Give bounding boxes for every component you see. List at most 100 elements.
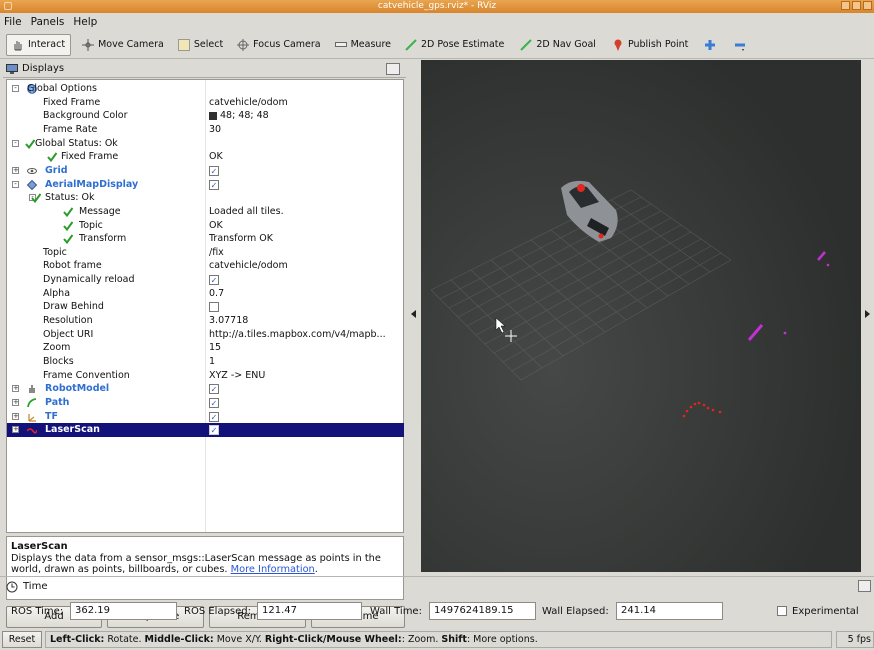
frame-rate-value[interactable]: 30 <box>209 123 221 137</box>
interact-tool-button[interactable]: Interact <box>6 33 72 56</box>
right-splitter[interactable] <box>861 60 874 572</box>
collapse-toggle-icon[interactable]: - <box>12 180 19 188</box>
collapse-toggle-icon[interactable]: - <box>12 139 19 147</box>
displays-tree[interactable]: - Global Options Fixed Frame catvehicle/odo… <box>6 79 404 533</box>
time-undock-button[interactable] <box>858 580 871 592</box>
expand-toggle-icon[interactable]: + <box>12 166 19 174</box>
more-information-link[interactable]: More Information <box>231 564 315 575</box>
frame-convention-row[interactable]: Frame Convention XYZ -> ENU <box>7 369 404 383</box>
remove-tool-button[interactable] <box>729 34 751 56</box>
robot-model-display-row[interactable]: + RobotModel ✓ <box>7 382 404 396</box>
status-message-row-value[interactable]: Loaded all tiles. <box>209 205 284 219</box>
experimental-checkbox[interactable] <box>777 606 787 616</box>
background-color-row[interactable]: Background Color 48; 48; 48 <box>7 109 404 123</box>
status-message-row-row[interactable]: Message Loaded all tiles. <box>7 205 404 219</box>
frame-convention-label: Frame Convention <box>43 369 130 381</box>
collapse-right-arrow-icon[interactable] <box>865 310 870 318</box>
status-transform-row-row[interactable]: Transform Transform OK <box>7 232 404 246</box>
focus-camera-tool-button[interactable]: Focus Camera <box>232 34 325 56</box>
close-button[interactable] <box>863 1 872 10</box>
resolution-row[interactable]: Resolution 3.07718 <box>7 314 404 328</box>
robot-frame-value[interactable]: catvehicle/odom <box>209 259 288 273</box>
menu-help[interactable]: Help <box>73 16 97 28</box>
aerial-status-row[interactable]: - Status: Ok <box>7 191 404 205</box>
grid-display-checkbox[interactable]: ✓ <box>209 165 219 176</box>
laser-scan-display-row[interactable]: + LaserScan ✓ <box>7 423 404 437</box>
fixed-frame-value[interactable]: catvehicle/odom <box>209 96 288 110</box>
path-display-checkbox[interactable]: ✓ <box>209 397 219 408</box>
menu-panels[interactable]: Panels <box>31 16 65 28</box>
frame-rate-row[interactable]: Frame Rate 30 <box>7 123 404 137</box>
status-transform-row-value[interactable]: Transform OK <box>209 232 273 246</box>
collapse-left-arrow-icon[interactable] <box>411 310 416 318</box>
draw-behind-row[interactable]: Draw Behind <box>7 300 404 314</box>
robot-model-display-checkbox[interactable]: ✓ <box>209 384 219 395</box>
collapse-toggle-icon[interactable]: - <box>12 85 19 92</box>
tf-display-checkbox[interactable]: ✓ <box>209 411 219 422</box>
expand-toggle-icon[interactable]: + <box>12 398 19 406</box>
laser-scan-display-checkbox[interactable]: ✓ <box>209 425 219 436</box>
frame-convention-value[interactable]: XYZ -> ENU <box>209 369 265 383</box>
reset-button[interactable]: Reset <box>2 631 42 648</box>
expand-toggle-icon[interactable]: + <box>12 385 19 393</box>
fixed-frame-status-row[interactable]: Fixed Frame OK <box>7 150 404 164</box>
path-display-row[interactable]: + Path ✓ <box>7 396 404 410</box>
draw-behind-checkbox[interactable] <box>209 302 219 313</box>
dynamically-reload-row[interactable]: Dynamically reload ✓ <box>7 273 404 287</box>
3d-render-view[interactable] <box>421 60 861 572</box>
pose-estimate-tool-button[interactable]: 2D Pose Estimate <box>400 34 509 56</box>
topic-value[interactable]: /fix <box>209 246 224 260</box>
blocks-value[interactable]: 1 <box>209 355 215 369</box>
left-splitter[interactable] <box>407 60 421 572</box>
expand-toggle-icon[interactable]: + <box>12 426 19 434</box>
nav-goal-tool-button[interactable]: 2D Nav Goal <box>515 34 601 56</box>
fixed-frame-row[interactable]: Fixed Frame catvehicle/odom <box>7 96 404 110</box>
wall-elapsed-field[interactable]: 241.14 <box>616 602 723 620</box>
move-camera-tool-button[interactable]: Move Camera <box>77 34 169 56</box>
path-point-2 <box>783 331 787 335</box>
dynamically-reload-checkbox[interactable]: ✓ <box>209 275 219 286</box>
object-uri-row[interactable]: Object URI http://a.tiles.mapbox.com/v4/m… <box>7 328 404 342</box>
zoom-row[interactable]: Zoom 15 <box>7 341 404 355</box>
menu-bar: File Panels Help <box>0 13 874 31</box>
maximize-button[interactable] <box>852 1 861 10</box>
grid-display-row[interactable]: + Grid ✓ <box>7 164 404 178</box>
undock-button[interactable] <box>386 63 400 75</box>
expand-toggle-icon[interactable]: + <box>12 412 19 420</box>
global-options-row[interactable]: - Global Options <box>7 82 404 96</box>
zoom-value[interactable]: 15 <box>209 341 221 355</box>
measure-tool-button[interactable]: Measure <box>330 34 396 56</box>
tool-bar: Interact Move Camera Select Focus Camera… <box>0 31 874 59</box>
status-topic-row-label: Topic <box>79 219 103 231</box>
background-color-value[interactable]: 48; 48; 48 <box>220 109 269 123</box>
window-menu-icon[interactable] <box>4 2 12 10</box>
tf-display-row[interactable]: + TF ✓ <box>7 410 404 424</box>
minimize-button[interactable] <box>841 1 850 10</box>
fixed-frame-status-value[interactable]: OK <box>209 150 223 164</box>
nav-goal-label: 2D Nav Goal <box>536 39 596 50</box>
ros-time-field[interactable]: 362.19 <box>70 602 177 620</box>
background-color-swatch[interactable] <box>209 112 217 121</box>
status-topic-row-row[interactable]: Topic OK <box>7 219 404 233</box>
aerial-map-display-checkbox[interactable]: ✓ <box>209 179 219 190</box>
select-tool-button[interactable]: Select <box>173 34 228 56</box>
status-middle-click: Middle-Click: <box>144 634 214 645</box>
global-status-row[interactable]: - Global Status: Ok <box>7 137 404 151</box>
eye-icon <box>27 164 37 177</box>
blocks-row[interactable]: Blocks 1 <box>7 355 404 369</box>
menu-file[interactable]: File <box>4 16 22 28</box>
laser-point <box>702 403 706 407</box>
alpha-row[interactable]: Alpha 0.7 <box>7 287 404 301</box>
pose-estimate-arrow-icon <box>405 38 417 51</box>
resolution-value[interactable]: 3.07718 <box>209 314 248 328</box>
status-topic-row-value[interactable]: OK <box>209 219 223 233</box>
topic-row[interactable]: Topic/fix <box>7 246 404 260</box>
add-tool-button[interactable] <box>699 34 721 56</box>
wall-time-field[interactable]: 1497624189.15 <box>429 602 536 620</box>
object-uri-value[interactable]: http://a.tiles.mapbox.com/v4/mapb... <box>209 328 386 342</box>
aerial-map-display-row[interactable]: - AerialMapDisplay ✓ <box>7 178 404 192</box>
robot-frame-row[interactable]: Robot frame catvehicle/odom <box>7 259 404 273</box>
alpha-value[interactable]: 0.7 <box>209 287 224 301</box>
ros-elapsed-field[interactable]: 121.47 <box>257 602 362 620</box>
publish-point-tool-button[interactable]: Publish Point <box>607 34 693 56</box>
